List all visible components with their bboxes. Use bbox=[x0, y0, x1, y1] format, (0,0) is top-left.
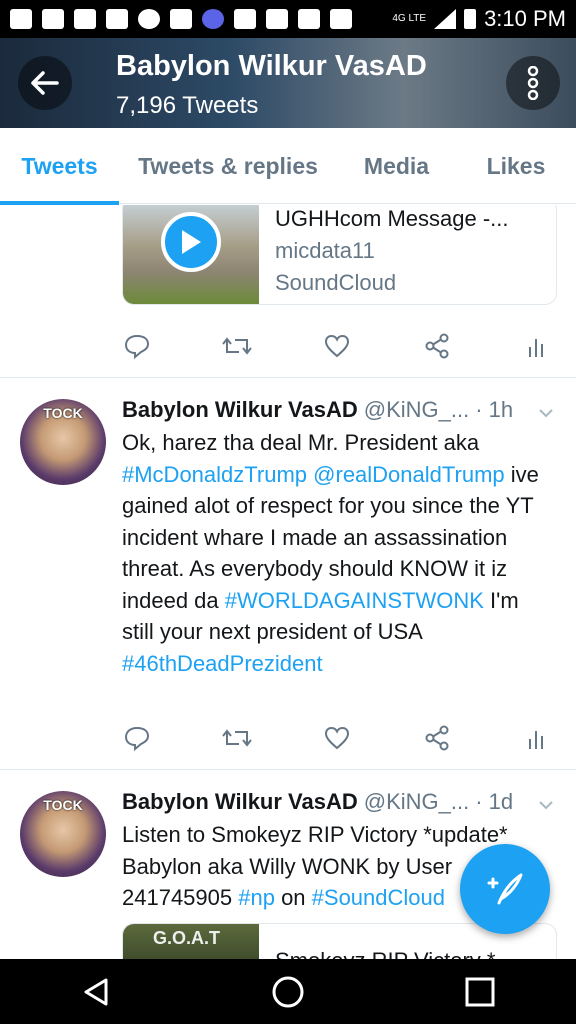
nav-recents-button[interactable] bbox=[450, 962, 510, 1022]
card-title: UGHHcom Message -... bbox=[275, 206, 509, 231]
hashtag-link[interactable]: #WORLDAGAINSTWONK bbox=[225, 588, 484, 613]
share-button[interactable] bbox=[422, 723, 452, 753]
notification-icons bbox=[10, 9, 392, 29]
card-title: Smokeyz RIP Victory * bbox=[259, 924, 511, 959]
message-icon bbox=[10, 9, 32, 29]
like-icon bbox=[324, 726, 350, 750]
share-icon bbox=[425, 333, 449, 359]
retweet-icon bbox=[222, 729, 252, 747]
reply-icon bbox=[124, 726, 150, 751]
hashtag-link[interactable]: #McDonaldzTrump bbox=[122, 462, 307, 487]
hashtag-link[interactable]: #46thDeadPrezident bbox=[122, 651, 323, 676]
chevron-down-icon[interactable] bbox=[538, 405, 554, 421]
clock: 3:10 PM bbox=[484, 6, 566, 31]
tweet-actions bbox=[122, 331, 552, 361]
cloud-icon bbox=[42, 9, 64, 29]
reply-button[interactable] bbox=[122, 723, 152, 753]
tweet-header: Babylon Wilkur VasAD @KiNG_... · 1h bbox=[122, 397, 513, 423]
author-handle[interactable]: @KiNG_... bbox=[364, 397, 469, 423]
back-arrow-icon bbox=[31, 71, 59, 95]
like-button[interactable] bbox=[322, 723, 352, 753]
analytics-icon bbox=[529, 339, 543, 357]
analytics-button[interactable] bbox=[522, 331, 552, 361]
nav-home-icon bbox=[272, 976, 304, 1007]
tweet-time: · 1d bbox=[475, 789, 514, 814]
card-source: SoundCloud bbox=[275, 270, 397, 295]
nav-home-button[interactable] bbox=[258, 962, 318, 1022]
app-icon bbox=[202, 9, 224, 29]
card-thumbnail: G.O.A.T bbox=[123, 924, 259, 959]
network-type: 4G LTE bbox=[392, 13, 427, 24]
reply-button[interactable] bbox=[122, 331, 152, 361]
author-name[interactable]: Babylon Wilkur VasAD bbox=[122, 789, 358, 815]
play-button[interactable] bbox=[161, 212, 221, 272]
analytics-icon bbox=[529, 731, 543, 749]
tweet-header: Babylon Wilkur VasAD @KiNG_... · 1d bbox=[122, 789, 513, 815]
nav-recents-icon bbox=[465, 977, 495, 1006]
twitter-icon bbox=[106, 9, 128, 29]
analytics-button[interactable] bbox=[522, 723, 552, 753]
tab-media[interactable]: Media bbox=[337, 128, 456, 204]
avatar-text: TOCK bbox=[43, 797, 83, 813]
mention-link[interactable]: @realDonaldTrump bbox=[313, 462, 504, 487]
author-name[interactable]: Babylon Wilkur VasAD bbox=[122, 397, 358, 423]
hashtag-link[interactable]: #np bbox=[238, 885, 275, 910]
tab-tweets-replies[interactable]: Tweets & replies bbox=[119, 128, 337, 204]
profile-header: Babylon Wilkur VasAD 7,196 Tweets bbox=[0, 38, 576, 128]
avatar[interactable]: TOCK bbox=[20, 791, 106, 877]
compose-icon bbox=[487, 873, 523, 905]
status-bar: 4G LTE 3:10 PM bbox=[0, 0, 576, 38]
share-button[interactable] bbox=[422, 331, 452, 361]
back-button[interactable] bbox=[18, 56, 72, 110]
profile-name: Babylon Wilkur VasAD bbox=[116, 50, 427, 82]
signal-icon bbox=[434, 9, 457, 29]
retweet-icon bbox=[222, 337, 252, 355]
share-icon bbox=[425, 725, 449, 751]
reply-icon bbox=[124, 334, 150, 359]
compose-button[interactable] bbox=[460, 844, 550, 934]
retweet-button[interactable] bbox=[222, 723, 252, 753]
divider bbox=[0, 377, 576, 378]
camera-icon bbox=[234, 9, 256, 29]
card-thumb-text: G.O.A.T bbox=[153, 928, 220, 948]
avatar-text: TOCK bbox=[43, 405, 83, 421]
tweet-text-segment: on bbox=[274, 885, 312, 910]
like-icon bbox=[324, 334, 350, 358]
tab-tweets[interactable]: Tweets bbox=[0, 128, 119, 205]
link-card[interactable]: UGHHcom Message -... micdata11 SoundClou… bbox=[122, 205, 557, 305]
nav-back-icon bbox=[84, 978, 108, 1005]
nav-back-button[interactable] bbox=[66, 962, 126, 1022]
author-handle[interactable]: @KiNG_... bbox=[364, 789, 469, 815]
system-nav-bar bbox=[0, 959, 576, 1024]
chevron-down-icon[interactable] bbox=[538, 797, 554, 813]
facebook-icon bbox=[74, 9, 96, 29]
image-icon bbox=[266, 9, 288, 29]
card-thumbnail bbox=[123, 205, 259, 304]
tweet-time: · 1h bbox=[475, 397, 514, 422]
tweet-actions bbox=[122, 723, 552, 753]
bag-icon bbox=[170, 9, 192, 29]
nfc-icon bbox=[298, 9, 320, 29]
tweet-text-segment: Ok, harez tha deal Mr. President aka bbox=[122, 430, 480, 455]
tweet-count: 7,196 Tweets bbox=[116, 92, 259, 119]
divider bbox=[0, 769, 576, 770]
tab-likes[interactable]: Likes bbox=[456, 128, 576, 204]
card-author: micdata11 bbox=[275, 238, 375, 263]
messenger-icon bbox=[138, 9, 160, 29]
mute-icon bbox=[330, 9, 352, 29]
battery-icon bbox=[464, 9, 477, 29]
profile-tabs: Tweets Tweets & replies Media Likes bbox=[0, 128, 576, 205]
play-icon bbox=[182, 230, 201, 254]
more-options-button[interactable] bbox=[506, 56, 560, 110]
hashtag-link[interactable]: #SoundCloud bbox=[312, 885, 445, 910]
avatar[interactable]: TOCK bbox=[20, 399, 106, 485]
more-vert-icon bbox=[527, 66, 539, 100]
tweet-text: Ok, harez tha deal Mr. President aka #Mc… bbox=[122, 427, 552, 679]
retweet-button[interactable] bbox=[222, 331, 252, 361]
like-button[interactable] bbox=[322, 331, 352, 361]
